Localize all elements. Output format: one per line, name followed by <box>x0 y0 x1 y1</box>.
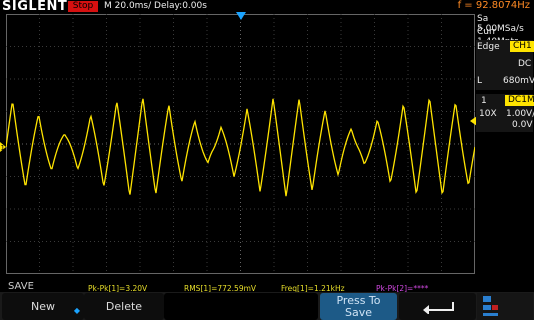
channel1-probe: 10X <box>479 109 497 119</box>
ch1-offset-marker-label: 1 <box>1 144 5 152</box>
submenu-indicator-icon: ◆ <box>73 306 80 315</box>
trigger-source-badge: CH1 <box>510 41 534 52</box>
press-to-save-button[interactable]: Press To Save <box>320 293 397 320</box>
trigger-coupling: DC <box>518 59 532 69</box>
system-status-area[interactable] <box>477 293 533 320</box>
delete-button-label: Delete <box>105 300 143 313</box>
channel1-coupling-badge: DC1M <box>505 95 534 106</box>
ch1-offset-marker[interactable]: 1 <box>0 142 8 152</box>
menu-title: SAVE <box>8 281 34 292</box>
delete-button[interactable]: Delete <box>84 293 164 320</box>
trigger-level-prefix: L <box>477 76 483 86</box>
run-stop-badge[interactable]: Stop <box>68 1 98 12</box>
frequency-counter: f = 92.8074Hz <box>457 0 530 11</box>
brand-logo: SIGLENT <box>2 0 68 14</box>
softkey-empty <box>164 293 318 320</box>
press-to-save-line2: Save <box>344 305 372 319</box>
press-to-save-line1: Press To <box>336 293 381 307</box>
return-button[interactable] <box>399 293 476 320</box>
channel1-offset: 0.0V <box>512 120 533 130</box>
network-usb-status-icon <box>483 296 498 316</box>
trigger-level: 680mV <box>503 76 534 86</box>
new-button-label: New <box>31 300 55 313</box>
trigger-position-marker[interactable] <box>236 12 246 20</box>
new-button[interactable]: New ◆ <box>2 293 84 320</box>
return-arrow-icon <box>422 301 454 314</box>
channel1-number: 1 <box>481 96 487 106</box>
waveform-display[interactable] <box>6 14 475 274</box>
timebase-readout: M 20.0ms/ Delay:0.00s <box>104 1 207 11</box>
trigger-type: Edge <box>477 42 500 52</box>
channel1-scale: 1.00V/ <box>506 109 534 119</box>
